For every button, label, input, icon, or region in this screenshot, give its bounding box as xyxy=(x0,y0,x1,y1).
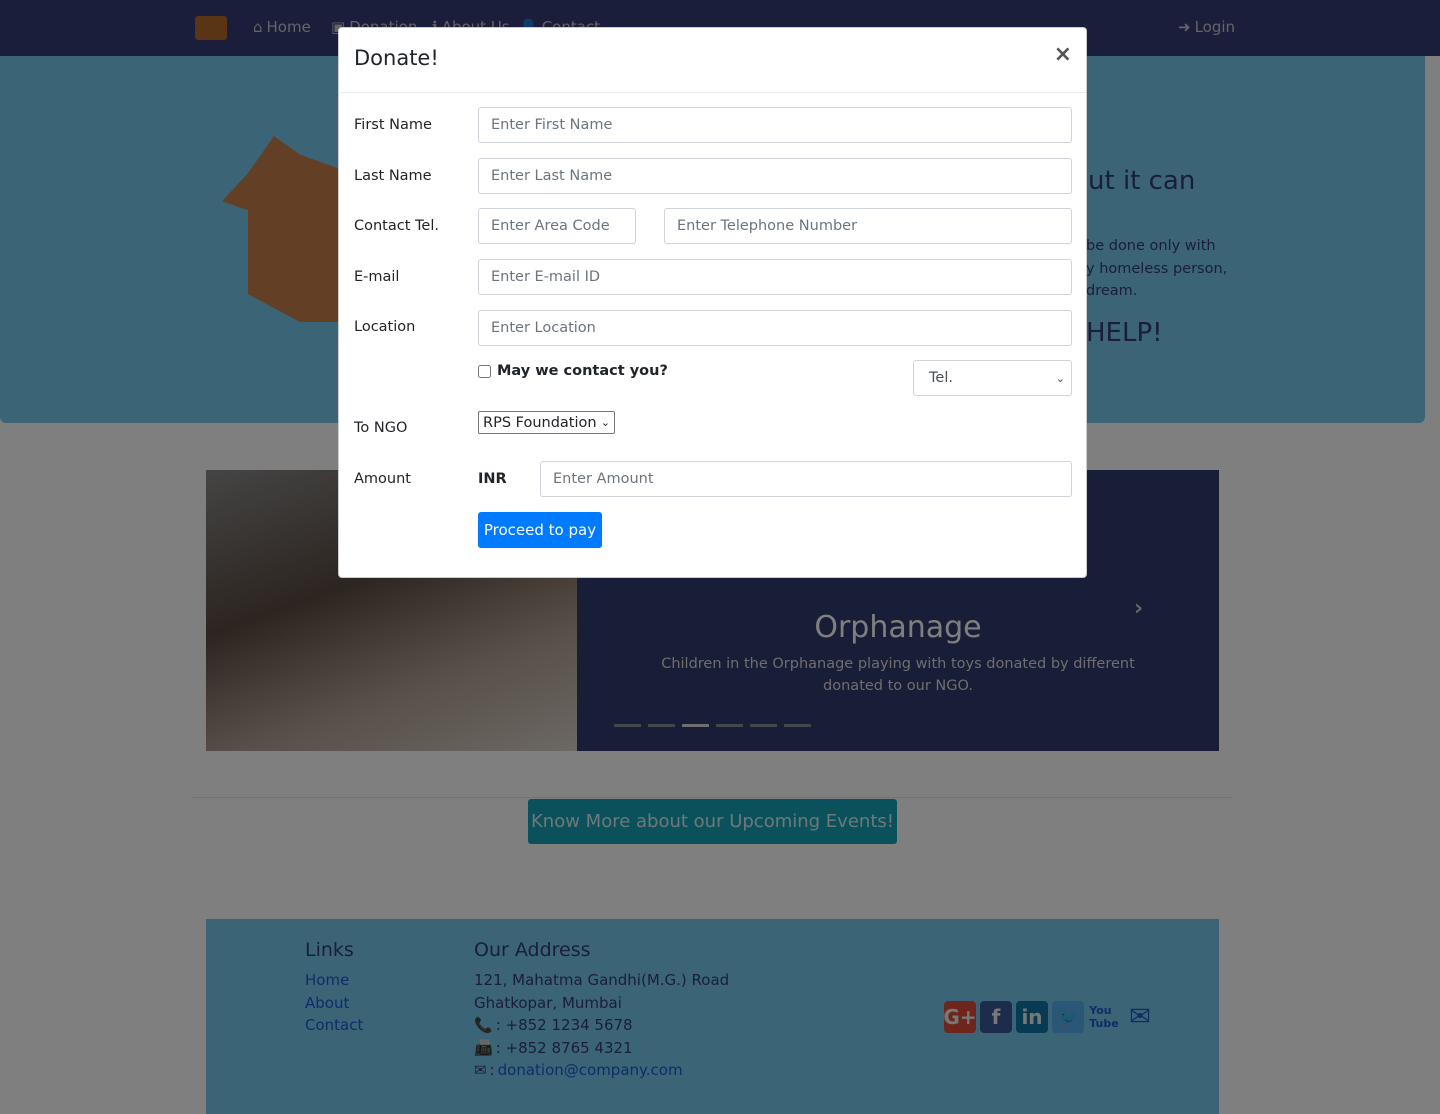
first-name-label: First Name xyxy=(354,117,432,133)
email-label: E-mail xyxy=(354,269,400,285)
modal-header: Donate! × xyxy=(339,28,1086,93)
telephone-input[interactable] xyxy=(664,208,1072,244)
location-input[interactable] xyxy=(478,310,1072,346)
email-input[interactable] xyxy=(478,259,1072,295)
chevron-down-icon: ⌄ xyxy=(600,416,610,429)
last-name-label: Last Name xyxy=(354,168,432,184)
location-label: Location xyxy=(354,319,416,335)
ngo-select[interactable]: RPS Foundation ⌄ xyxy=(478,411,615,434)
amount-label: Amount xyxy=(354,471,411,487)
currency-label: INR xyxy=(478,471,507,487)
may-contact-checkbox[interactable] xyxy=(478,365,491,378)
modal-title: Donate! xyxy=(354,46,439,70)
ngo-label: To NGO xyxy=(354,420,408,436)
contact-label: Contact Tel. xyxy=(354,218,439,234)
may-contact-label: May we contact you? xyxy=(497,363,668,379)
first-name-input[interactable] xyxy=(478,107,1072,143)
proceed-to-pay-button[interactable]: Proceed to pay xyxy=(478,512,602,548)
last-name-input[interactable] xyxy=(478,158,1072,194)
amount-input[interactable] xyxy=(540,461,1072,497)
area-code-input[interactable] xyxy=(478,208,636,244)
donate-modal: Donate! × First Name Last Name Contact T… xyxy=(338,27,1087,578)
close-icon[interactable]: × xyxy=(1054,42,1072,67)
chevron-down-icon: ⌄ xyxy=(1055,371,1065,385)
contact-method-select[interactable]: Tel. ⌄ xyxy=(913,360,1072,396)
